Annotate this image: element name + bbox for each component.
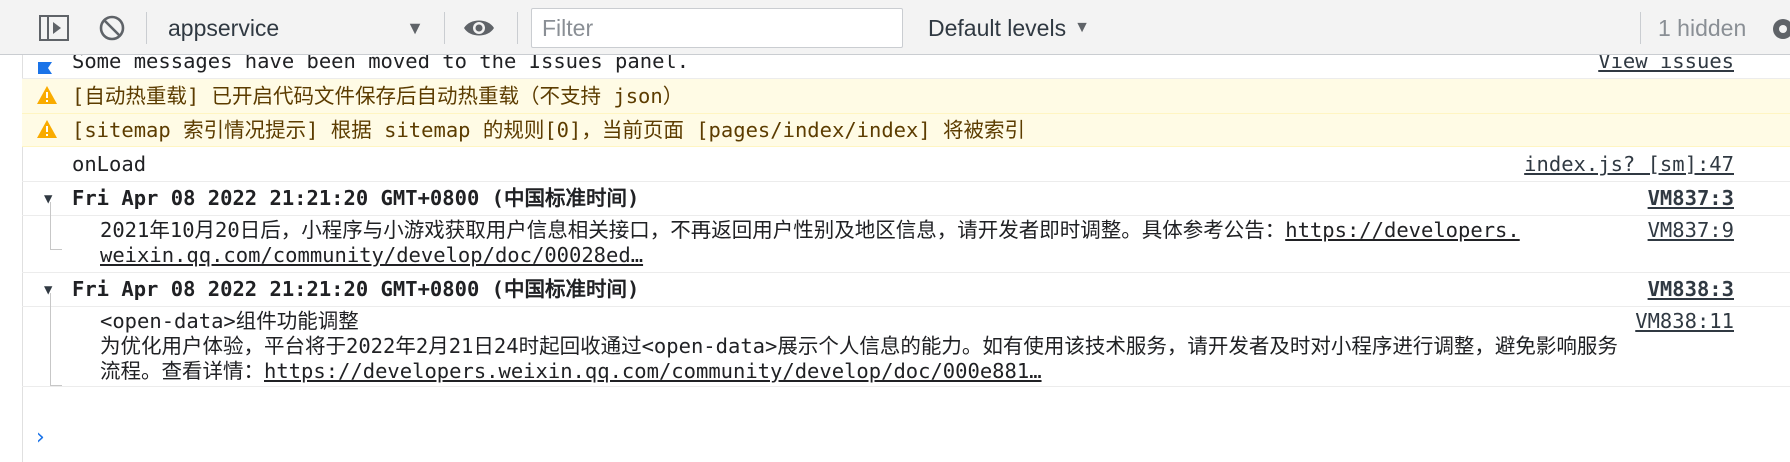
triangle-down-icon: ▼ [44, 282, 53, 298]
live-expression-button[interactable] [461, 10, 497, 46]
log-text: 2021年10月20日后，小程序与小游戏获取用户信息相关接口，不再返回用户性别及… [100, 218, 1520, 243]
console-toolbar: appservice ▼ Default levels ▼ 1 hidden [0, 0, 1790, 55]
group-title: Fri Apr 08 2022 21:21:20 GMT+0800 (中国标准时… [72, 277, 640, 301]
log-source-link[interactable]: VM837:9 [1648, 218, 1734, 243]
group-title: Fri Apr 08 2022 21:21:20 GMT+0800 (中国标准时… [72, 186, 640, 210]
toolbar-separator [444, 12, 445, 44]
console-log: onLoad index.js? [sm]:47 [22, 147, 1790, 182]
console-log: 2021年10月20日后，小程序与小游戏获取用户信息相关接口，不再返回用户性别及… [22, 216, 1790, 273]
log-source-link[interactable]: VM838:11 [1635, 309, 1734, 334]
caret-down-icon: ▼ [1074, 19, 1090, 36]
log-text: <open-data>组件功能调整 [100, 309, 359, 333]
group-indent-guide [50, 293, 51, 385]
notice-link-continued: weixin.qq.com/community/develop/doc/0002… [100, 243, 643, 268]
toolbar-separator [146, 12, 147, 44]
sidebar-toggle-icon [39, 15, 69, 41]
log-text: 为优化用户体验，平台将于2022年2月21日24时起回收通过<open-data… [100, 334, 1618, 358]
context-selector[interactable]: appservice ▼ [152, 8, 432, 48]
console-warning: [sitemap 索引情况提示] 根据 sitemap 的规则[0]，当前页面 … [22, 114, 1790, 147]
group-indent-guide [50, 385, 62, 386]
filter-input[interactable] [531, 8, 903, 48]
console-log: <open-data>组件功能调整 为优化用户体验，平台将于2022年2月21日… [22, 307, 1790, 387]
hidden-messages-count: 1 hidden [1658, 14, 1747, 41]
settings-button[interactable] [1768, 14, 1790, 44]
eye-icon [464, 20, 494, 36]
group-indent-guide [50, 202, 51, 249]
clear-icon [99, 15, 125, 41]
view-issues-link[interactable]: View issues [1598, 55, 1734, 74]
log-text-part: 2021年10月20日后，小程序与小游戏获取用户信息相关接口，不再返回用户性别及… [100, 218, 1286, 242]
console-warning: [自动热重载] 已开启代码文件保存后自动热重载（不支持 json） [22, 79, 1790, 114]
console-prompt-icon[interactable]: › [36, 425, 45, 450]
context-selector-label: appservice [168, 14, 280, 41]
toolbar-separator [517, 12, 518, 44]
toolbar-separator [1640, 12, 1641, 44]
console-messages: Some messages have been moved to the Iss… [22, 55, 1790, 462]
group-source-link[interactable]: VM838:3 [1648, 277, 1734, 302]
console-group-header[interactable]: ▼ Fri Apr 08 2022 21:21:20 GMT+0800 (中国标… [22, 273, 1790, 307]
log-text: 流程。查看详情：https://developers.weixin.qq.com… [100, 359, 1042, 384]
gear-icon [1773, 19, 1790, 39]
caret-down-icon: ▼ [406, 17, 424, 38]
group-indent-guide [50, 249, 62, 250]
notice-link[interactable]: https://developers.weixin.qq.com/communi… [264, 359, 1042, 383]
triangle-down-icon: ▼ [44, 191, 53, 207]
log-source-link[interactable]: index.js? [sm]:47 [1524, 152, 1734, 177]
notice-link[interactable]: https://developers. [1285, 218, 1520, 242]
log-levels-label: Default levels [928, 14, 1067, 41]
notice-link[interactable]: weixin.qq.com/community/develop/doc/0002… [100, 243, 643, 267]
warning-text: [sitemap 索引情况提示] 根据 sitemap 的规则[0]，当前页面 … [72, 118, 1026, 142]
log-text: onLoad [72, 152, 147, 176]
log-text-part: 流程。查看详情： [100, 359, 264, 383]
toggle-sidebar-button[interactable] [36, 10, 72, 46]
clear-console-button[interactable] [94, 10, 130, 46]
warning-text: [自动热重载] 已开启代码文件保存后自动热重载（不支持 json） [72, 84, 684, 108]
warning-icon [36, 119, 58, 145]
log-levels-dropdown[interactable]: Default levels ▼ [918, 8, 1100, 48]
group-source-link[interactable]: VM837:3 [1648, 186, 1734, 211]
issues-banner: Some messages have been moved to the Iss… [22, 55, 1790, 79]
issues-banner-text: Some messages have been moved to the Iss… [72, 55, 690, 73]
warning-icon [36, 85, 58, 111]
console-group-header[interactable]: ▼ Fri Apr 08 2022 21:21:20 GMT+0800 (中国标… [22, 182, 1790, 216]
